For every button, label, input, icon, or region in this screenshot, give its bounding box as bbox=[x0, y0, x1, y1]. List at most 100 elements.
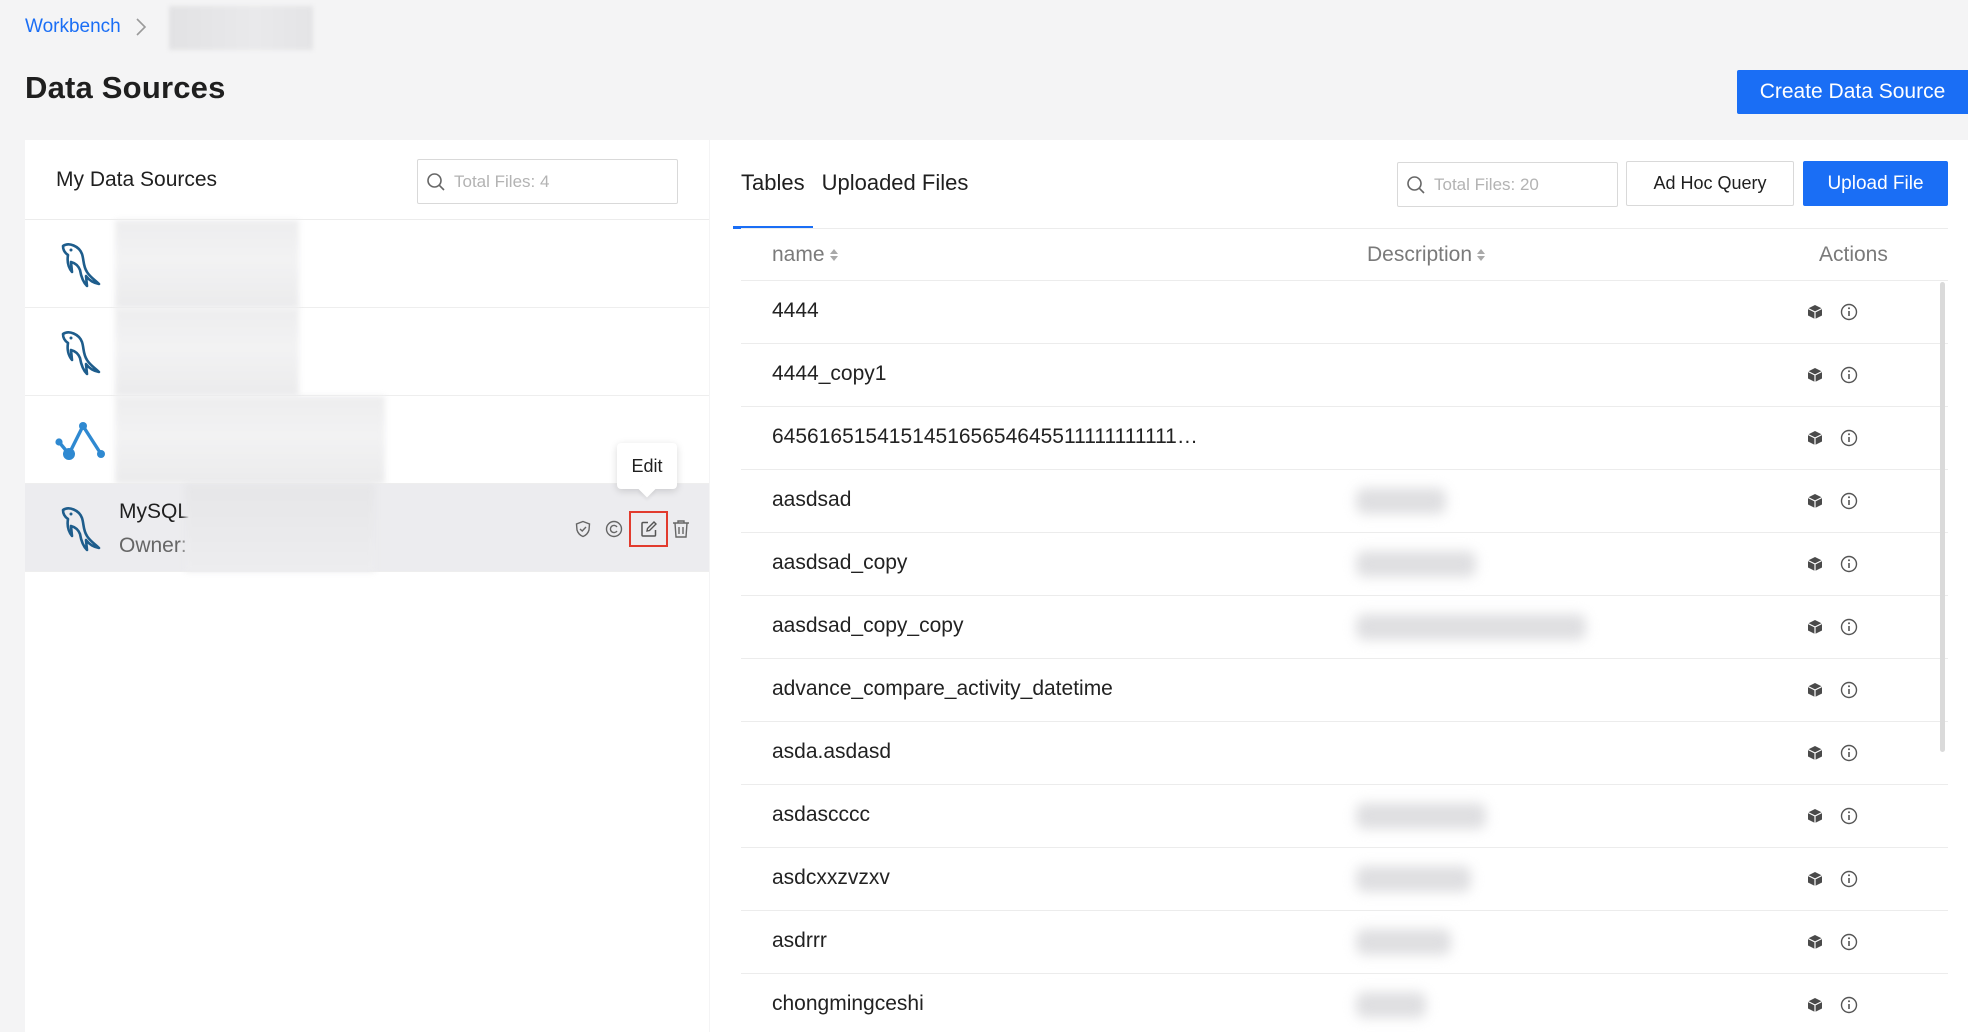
column-name-label: name bbox=[772, 243, 825, 266]
table-scrollbar[interactable] bbox=[1940, 282, 1945, 752]
column-header-description[interactable]: Description bbox=[1367, 243, 1486, 267]
description-cell-redacted bbox=[1356, 860, 1656, 898]
row-actions bbox=[1804, 868, 1872, 890]
row-actions bbox=[1804, 805, 1872, 827]
info-icon[interactable] bbox=[1838, 994, 1860, 1016]
chevron-right-icon bbox=[135, 15, 157, 39]
description-cell-redacted bbox=[1356, 482, 1656, 520]
ad-hoc-query-button[interactable]: Ad Hoc Query bbox=[1626, 161, 1794, 206]
column-header-name[interactable]: name bbox=[772, 243, 838, 267]
info-icon[interactable] bbox=[1838, 868, 1860, 890]
cube-icon[interactable] bbox=[1804, 805, 1826, 827]
cube-icon[interactable] bbox=[1804, 931, 1826, 953]
data-source-item[interactable] bbox=[25, 308, 709, 396]
table-row[interactable]: asda.asdasd bbox=[741, 722, 1948, 785]
cube-icon[interactable] bbox=[1804, 742, 1826, 764]
table-name-cell: asdrrr bbox=[772, 929, 827, 952]
data-source-item[interactable] bbox=[25, 220, 709, 308]
table-name-cell: asda.asdasd bbox=[772, 740, 892, 763]
table-name-cell: aasdsad_copy bbox=[772, 551, 908, 574]
info-icon[interactable] bbox=[1838, 364, 1860, 386]
left-panel-header: My Data Sources bbox=[25, 140, 709, 220]
data-source-item-mysql-selected[interactable]: MySQL Owner: Edit bbox=[25, 443, 709, 572]
info-icon[interactable] bbox=[1838, 931, 1860, 953]
table-header: name Description Actions bbox=[741, 229, 1948, 281]
info-icon[interactable] bbox=[1838, 301, 1860, 323]
table-row[interactable]: aasdsad bbox=[741, 470, 1948, 533]
column-actions-label: Actions bbox=[1819, 243, 1888, 266]
table-name-cell: asdascccc bbox=[772, 803, 871, 826]
sort-icon[interactable] bbox=[829, 249, 838, 261]
info-icon[interactable] bbox=[1838, 742, 1860, 764]
shield-icon[interactable] bbox=[572, 518, 594, 540]
row-actions bbox=[1804, 616, 1872, 638]
table-row[interactable]: advance_compare_activity_datetime bbox=[741, 659, 1948, 722]
table-row[interactable]: aasdsad_copy bbox=[741, 533, 1948, 596]
tab-tables[interactable]: Tables bbox=[733, 140, 813, 229]
description-cell-redacted bbox=[1356, 986, 1656, 1024]
table-row[interactable]: 645616515415145165654645511111111111… bbox=[741, 407, 1948, 470]
edit-icon[interactable] bbox=[629, 511, 668, 547]
table-row[interactable]: asdcxxzvzxv bbox=[741, 848, 1948, 911]
table-name-cell: aasdsad_copy_copy bbox=[772, 614, 964, 637]
trash-icon[interactable] bbox=[670, 518, 692, 540]
cube-icon[interactable] bbox=[1804, 616, 1826, 638]
refresh-icon[interactable] bbox=[603, 518, 625, 540]
cube-icon[interactable] bbox=[1804, 679, 1826, 701]
cube-icon[interactable] bbox=[1804, 301, 1826, 323]
table-row[interactable]: asdascccc bbox=[741, 785, 1948, 848]
breadcrumb-current-redacted bbox=[168, 6, 313, 50]
tab-uploaded-files[interactable]: Uploaded Files bbox=[822, 140, 969, 228]
table-name-cell: 4444_copy1 bbox=[772, 362, 887, 385]
data-source-search-input[interactable] bbox=[454, 171, 677, 192]
sort-icon[interactable] bbox=[1477, 249, 1486, 261]
cube-icon[interactable] bbox=[1804, 553, 1826, 575]
data-source-info-redacted bbox=[115, 396, 385, 484]
table-row[interactable]: chongmingceshi bbox=[741, 974, 1948, 1032]
table-name-cell: chongmingceshi bbox=[772, 992, 924, 1015]
row-actions bbox=[1804, 931, 1872, 953]
mysql-dolphin-icon bbox=[61, 243, 101, 288]
data-source-item[interactable] bbox=[25, 396, 709, 484]
table-row[interactable]: 4444 bbox=[741, 281, 1948, 344]
left-panel-title: My Data Sources bbox=[56, 168, 218, 191]
row-actions bbox=[1804, 364, 1872, 386]
data-source-search[interactable] bbox=[417, 159, 678, 204]
tabs: Tables Uploaded Files bbox=[733, 140, 985, 229]
description-cell-redacted bbox=[1356, 797, 1656, 835]
edit-tooltip: Edit bbox=[617, 443, 677, 489]
upload-file-button[interactable]: Upload File bbox=[1803, 161, 1948, 206]
row-actions bbox=[1804, 301, 1872, 323]
table-search-input[interactable] bbox=[1434, 174, 1617, 195]
column-description-label: Description bbox=[1367, 243, 1473, 266]
table-name-cell: advance_compare_activity_datetime bbox=[772, 677, 1113, 700]
mysql-dolphin-icon bbox=[61, 331, 101, 376]
table-row[interactable]: aasdsad_copy_copy bbox=[741, 596, 1948, 659]
mysql-dolphin-icon bbox=[61, 507, 101, 552]
column-header-actions: Actions bbox=[1819, 243, 1888, 267]
table-row[interactable]: 4444_copy1 bbox=[741, 344, 1948, 407]
row-actions bbox=[1804, 994, 1872, 1016]
row-actions bbox=[1804, 679, 1872, 701]
info-icon[interactable] bbox=[1838, 553, 1860, 575]
info-icon[interactable] bbox=[1838, 679, 1860, 701]
description-cell-redacted bbox=[1356, 923, 1656, 961]
row-actions bbox=[1804, 742, 1872, 764]
info-icon[interactable] bbox=[1838, 490, 1860, 512]
breadcrumb-workbench-link[interactable]: Workbench bbox=[25, 16, 121, 38]
cube-icon[interactable] bbox=[1804, 868, 1826, 890]
data-source-name: MySQL bbox=[119, 500, 190, 523]
info-icon[interactable] bbox=[1838, 427, 1860, 449]
cube-icon[interactable] bbox=[1804, 490, 1826, 512]
create-data-source-button[interactable]: Create Data Source bbox=[1737, 70, 1968, 114]
cube-icon[interactable] bbox=[1804, 364, 1826, 386]
info-icon[interactable] bbox=[1838, 616, 1860, 638]
table-name-cell: 645616515415145165654645511111111111… bbox=[772, 425, 1198, 448]
cube-icon[interactable] bbox=[1804, 427, 1826, 449]
table-row[interactable]: asdrrr bbox=[741, 911, 1948, 974]
search-icon bbox=[427, 172, 445, 191]
cube-icon[interactable] bbox=[1804, 994, 1826, 1016]
table-search[interactable] bbox=[1397, 162, 1618, 207]
info-icon[interactable] bbox=[1838, 805, 1860, 827]
data-source-info-redacted bbox=[185, 484, 375, 572]
